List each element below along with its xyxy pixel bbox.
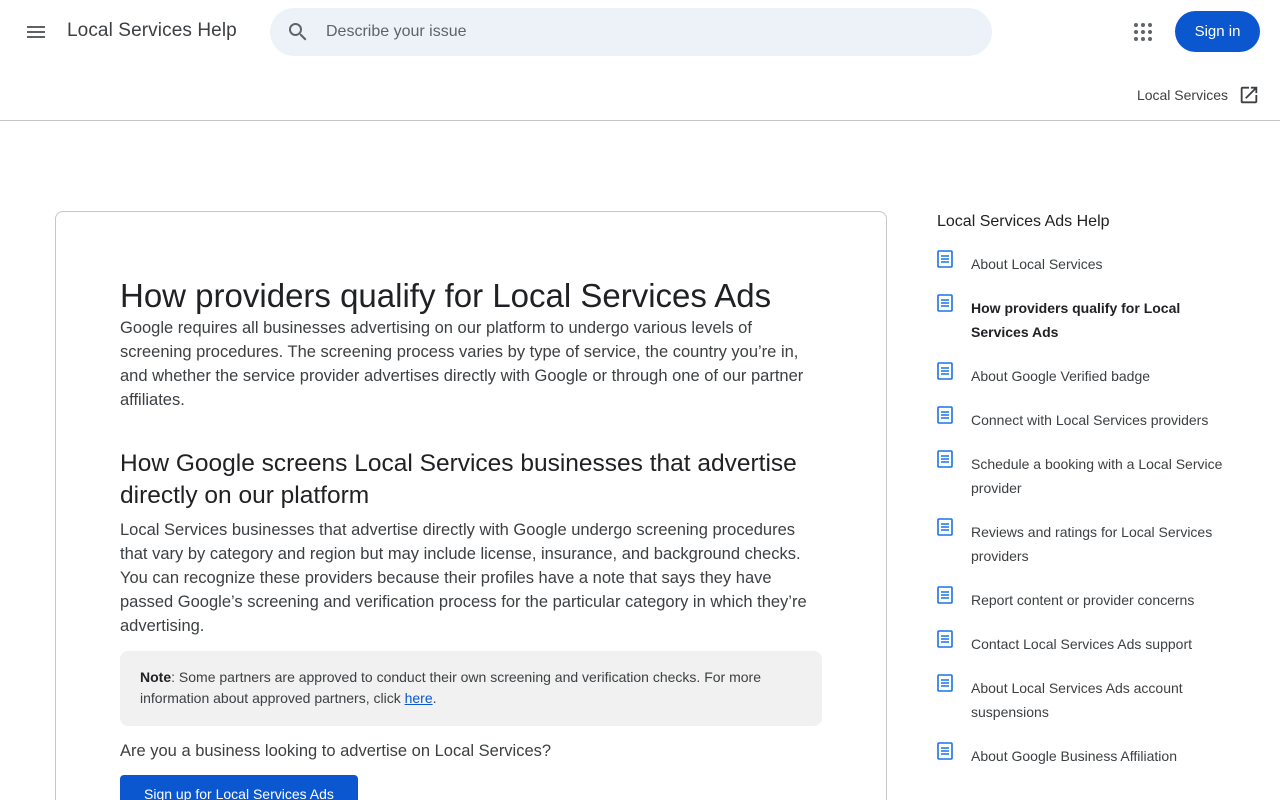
section-heading: How Google screens Local Services busine… xyxy=(120,450,797,509)
approved-partners-link[interactable]: here xyxy=(405,690,433,706)
sidebar-item-label: Report content or provider concerns xyxy=(971,592,1195,608)
apps-grid-icon xyxy=(1134,23,1152,41)
sidebar-item-about-local-services[interactable]: About Local Services xyxy=(937,250,1227,276)
help-topics-sidebar: Local Services Ads Help About Local Serv… xyxy=(937,211,1237,788)
sidebar-item-label: Contact Local Services Ads support xyxy=(971,636,1193,652)
sidebar-item-google-verified-badge[interactable]: About Google Verified badge xyxy=(937,362,1227,388)
main-menu-button[interactable] xyxy=(16,12,56,52)
sidebar-item-label: About Google Verified badge xyxy=(971,368,1151,384)
sidebar-item-reviews-ratings[interactable]: Reviews and ratings for Local Services p… xyxy=(937,518,1227,568)
note-label: Note xyxy=(140,669,172,685)
cta-question: Are you a business looking to advertise … xyxy=(120,742,552,760)
sidebar-item-account-suspensions[interactable]: About Local Services Ads account suspens… xyxy=(937,674,1227,724)
article-intro: Google requires all businesses advertisi… xyxy=(120,319,804,409)
document-icon xyxy=(937,406,953,424)
sidebar-item-connect-providers[interactable]: Connect with Local Services providers xyxy=(937,406,1227,432)
document-icon xyxy=(937,674,953,692)
note-end: . xyxy=(432,690,437,706)
article-card: How providers qualify for Local Services… xyxy=(55,211,887,800)
app-title[interactable]: Local Services Help xyxy=(67,20,237,42)
document-icon xyxy=(937,742,953,760)
product-link-label: Local Services xyxy=(1136,87,1228,103)
sidebar-item-report-content[interactable]: Report content or provider concerns xyxy=(937,586,1227,612)
sidebar-item-business-affiliation[interactable]: About Google Business Affiliation xyxy=(937,742,1227,768)
sidebar-item-label: Reviews and ratings for Local Services p… xyxy=(971,524,1213,564)
search-input[interactable] xyxy=(326,8,966,56)
document-icon xyxy=(937,518,953,536)
document-icon xyxy=(937,294,953,312)
product-subbar: Local Services xyxy=(0,64,1280,121)
note-text: : Some partners are approved to conduct … xyxy=(140,669,761,706)
document-icon xyxy=(937,250,953,268)
page-title: How providers qualify for Local Services… xyxy=(120,277,772,314)
document-icon xyxy=(937,586,953,604)
sidebar-item-label: Schedule a booking with a Local Service … xyxy=(971,456,1223,496)
sign-in-button[interactable]: Sign in xyxy=(1175,11,1260,52)
sidebar-item-label: About Local Services Ads account suspens… xyxy=(971,680,1183,720)
google-apps-button[interactable] xyxy=(1123,12,1163,52)
sidebar-item-label: How providers qualify for Local Services… xyxy=(971,300,1181,340)
sidebar-list: About Local Services How providers quali… xyxy=(937,250,1237,768)
sidebar-item-contact-support[interactable]: Contact Local Services Ads support xyxy=(937,630,1227,656)
sidebar-item-how-providers-qualify[interactable]: How providers qualify for Local Services… xyxy=(937,294,1227,344)
sidebar-item-schedule-booking[interactable]: Schedule a booking with a Local Service … xyxy=(937,450,1227,500)
article-body: How providers qualify for Local Services… xyxy=(120,276,822,800)
search-bar[interactable] xyxy=(270,8,992,56)
sidebar-item-label: Connect with Local Services providers xyxy=(971,412,1209,428)
sign-up-lsa-button[interactable]: Sign up for Local Services Ads xyxy=(120,775,358,800)
sidebar-item-label: About Local Services xyxy=(971,256,1103,272)
sidebar-title: Local Services Ads Help xyxy=(937,213,1110,230)
document-icon xyxy=(937,362,953,380)
note-callout: Note: Some partners are approved to cond… xyxy=(120,651,822,726)
menu-icon xyxy=(27,26,45,38)
local-services-product-link[interactable]: Local Services xyxy=(1137,84,1260,106)
top-app-bar: Local Services Help Sign in xyxy=(0,0,1280,64)
open-in-new-icon xyxy=(1240,86,1258,104)
search-icon xyxy=(289,23,307,41)
document-icon xyxy=(937,450,953,468)
document-icon xyxy=(937,630,953,648)
sidebar-item-label: About Google Business Affiliation xyxy=(971,748,1177,764)
section-paragraph: Local Services businesses that advertise… xyxy=(120,521,807,635)
